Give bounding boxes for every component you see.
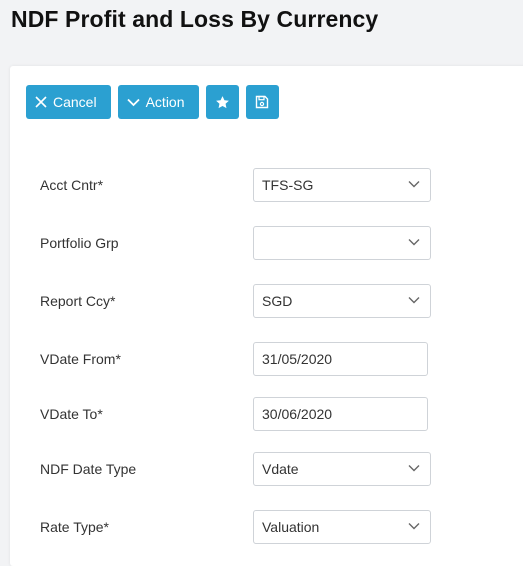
chevron-down-icon — [126, 98, 140, 107]
acct-cntr-value: TFS-SG — [262, 177, 314, 193]
vdate-to-value: 30/06/2020 — [262, 406, 333, 422]
ndf-date-type-value: Vdate — [262, 461, 299, 477]
ndf-date-type-label: NDF Date Type — [40, 461, 137, 477]
cancel-button-label: Cancel — [53, 94, 97, 110]
vdate-from-input[interactable]: 31/05/2020 — [253, 342, 428, 376]
form-card: Cancel Action Acct Cntr* TFS-SG Portfoli… — [10, 66, 523, 566]
vdate-to-row: VDate To* 30/06/2020 — [10, 397, 523, 431]
favorite-button[interactable] — [205, 85, 239, 119]
close-icon — [35, 96, 47, 108]
floppy-disk-icon — [255, 95, 269, 109]
cancel-button[interactable]: Cancel — [26, 85, 111, 119]
report-ccy-value: SGD — [262, 293, 293, 309]
action-button-label: Action — [145, 94, 185, 110]
rate-type-label: Rate Type* — [40, 519, 110, 535]
star-icon — [215, 95, 230, 110]
acct-cntr-select[interactable]: TFS-SG — [253, 168, 431, 202]
rate-type-select[interactable]: Valuation — [253, 510, 431, 544]
vdate-from-row: VDate From* 31/05/2020 — [10, 342, 523, 376]
chevron-down-icon — [408, 239, 420, 246]
page-title: NDF Profit and Loss By Currency — [11, 6, 379, 32]
vdate-from-label: VDate From* — [40, 351, 121, 367]
portfolio-grp-row: Portfolio Grp — [10, 226, 523, 260]
rate-type-value: Valuation — [262, 519, 320, 535]
report-ccy-row: Report Ccy* SGD — [10, 284, 523, 318]
portfolio-grp-label: Portfolio Grp — [40, 235, 119, 251]
chevron-down-icon — [408, 523, 420, 530]
acct-cntr-label: Acct Cntr* — [40, 177, 104, 193]
acct-cntr-row: Acct Cntr* TFS-SG — [10, 168, 523, 202]
report-ccy-label: Report Ccy* — [40, 293, 116, 309]
report-ccy-select[interactable]: SGD — [253, 284, 431, 318]
action-button[interactable]: Action — [117, 85, 199, 119]
rate-type-row: Rate Type* Valuation — [10, 510, 523, 544]
ndf-date-type-row: NDF Date Type Vdate — [10, 452, 523, 486]
chevron-down-icon — [408, 181, 420, 188]
portfolio-grp-select[interactable] — [253, 226, 431, 260]
chevron-down-icon — [408, 465, 420, 472]
chevron-down-icon — [408, 297, 420, 304]
toolbar: Cancel Action — [26, 85, 279, 119]
vdate-to-label: VDate To* — [40, 406, 103, 422]
ndf-date-type-select[interactable]: Vdate — [253, 452, 431, 486]
vdate-to-input[interactable]: 30/06/2020 — [253, 397, 428, 431]
save-button[interactable] — [245, 85, 279, 119]
vdate-from-value: 31/05/2020 — [262, 351, 333, 367]
